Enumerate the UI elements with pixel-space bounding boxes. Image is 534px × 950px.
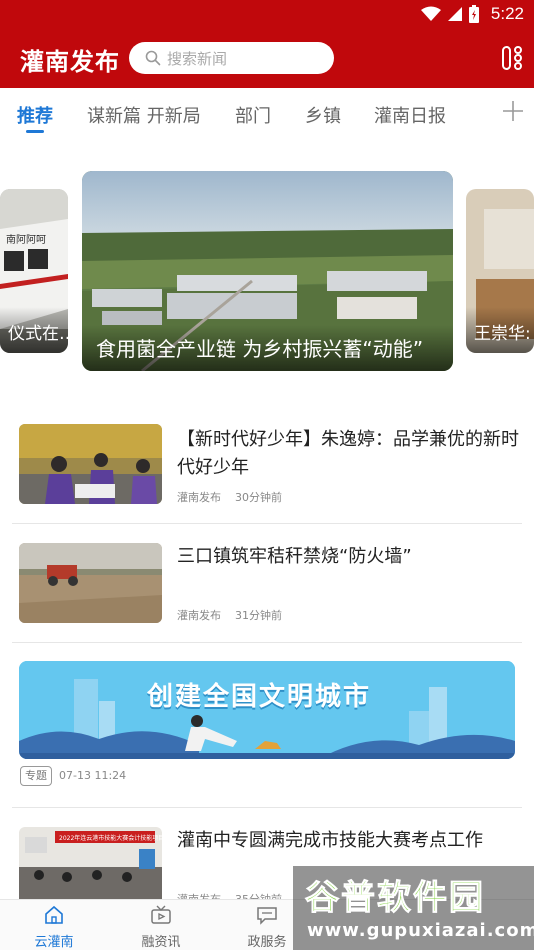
- tv-icon: [151, 905, 171, 924]
- tab-guannan-daily[interactable]: 灌南日报: [374, 102, 446, 128]
- news-thumbnail: 2022年连云港市技能大赛会计技能项目: [19, 827, 162, 907]
- divider: [12, 523, 522, 524]
- carousel-slide-right[interactable]: 王崇华:: [466, 189, 534, 353]
- divider: [12, 807, 522, 808]
- tab-recommend[interactable]: 推荐: [17, 102, 53, 128]
- status-icons: 5:22: [420, 4, 524, 24]
- search-placeholder: 搜索新闻: [167, 49, 228, 68]
- news-title: 灌南中专圆满完成市技能大赛考点工作: [177, 830, 483, 851]
- channel-tabs: 推荐 谋新篇 开新局 部门 乡镇 灌南日报: [0, 88, 534, 140]
- status-time: 5:22: [490, 4, 524, 23]
- nav-services[interactable]: 政服务: [237, 904, 297, 950]
- topic-banner[interactable]: 创建全国文明城市: [19, 661, 515, 759]
- home-icon: [45, 905, 63, 924]
- search-icon: [145, 50, 161, 66]
- news-meta: 灌南发布 31分钟前: [177, 607, 282, 623]
- search-input[interactable]: 搜索新闻: [129, 42, 334, 74]
- message-icon: [257, 907, 277, 925]
- carousel-left-caption: 仪式在…: [0, 307, 68, 353]
- news-title: 三口镇筑牢秸秆禁烧“防火墙”: [177, 546, 412, 567]
- topic-tag: 专题: [20, 766, 52, 786]
- nav-label: 政服务: [247, 935, 287, 950]
- classroom-banner-text: 2022年连云港市技能大赛会计技能项目: [59, 834, 162, 842]
- tab-departments[interactable]: 部门: [235, 102, 271, 128]
- train-sign-text: 南阿阿呵: [6, 233, 46, 246]
- nav-label: 云灌南: [34, 935, 74, 950]
- news-thumbnail: [19, 543, 162, 623]
- signal-icon: [447, 7, 462, 21]
- menu-icon[interactable]: [500, 44, 526, 72]
- tab-towns[interactable]: 乡镇: [305, 102, 341, 128]
- carousel-main-caption: 食用菌全产业链 为乡村振兴蓄“动能”: [82, 325, 453, 371]
- add-channel-icon[interactable]: [498, 96, 528, 126]
- nav-label: 融资讯: [141, 935, 181, 950]
- watermark-logo: 谷普软件园 www.gupuxiazai.com: [293, 866, 534, 950]
- carousel-slide-left[interactable]: 南阿阿呵 仪式在…: [0, 189, 68, 353]
- divider: [12, 642, 522, 643]
- app-header: 灌南发布 搜索新闻: [0, 28, 534, 88]
- news-time: 30分钟前: [235, 491, 282, 504]
- news-meta: 灌南发布 30分钟前: [177, 489, 282, 505]
- news-source: 灌南发布: [177, 491, 221, 504]
- app-title: 灌南发布: [20, 48, 120, 76]
- nav-yun-guannan[interactable]: 云灌南: [24, 904, 84, 950]
- news-source: 灌南发布: [177, 609, 221, 622]
- tab-new-chapter[interactable]: 谋新篇 开新局: [87, 102, 201, 128]
- carousel-slide-main[interactable]: 食用菌全产业链 为乡村振兴蓄“动能”: [82, 171, 453, 371]
- news-thumbnail: [19, 424, 162, 504]
- nav-news[interactable]: 融资讯: [131, 904, 191, 950]
- battery-icon: [468, 5, 479, 23]
- wifi-icon: [420, 6, 441, 21]
- active-tab-indicator: [26, 130, 44, 133]
- watermark-url: www.gupuxiazai.com: [307, 920, 534, 941]
- carousel-right-caption: 王崇华:: [466, 307, 534, 353]
- news-time: 31分钟前: [235, 609, 282, 622]
- app-screen: 5:22 灌南发布 搜索新闻 推荐 谋新篇 开新局 部门 乡镇 灌南日报 南阿阿…: [0, 0, 534, 950]
- news-title: 【新时代好少年】朱逸婷：品学兼优的新时代好少年: [177, 429, 519, 478]
- topic-time: 07-13 11:24: [59, 769, 127, 782]
- banner-title: 创建全国文明城市: [147, 682, 372, 712]
- headline-carousel: 南阿阿呵 仪式在…: [0, 165, 534, 380]
- watermark-name: 谷普软件园: [305, 878, 485, 919]
- status-bar: 5:22: [0, 0, 534, 28]
